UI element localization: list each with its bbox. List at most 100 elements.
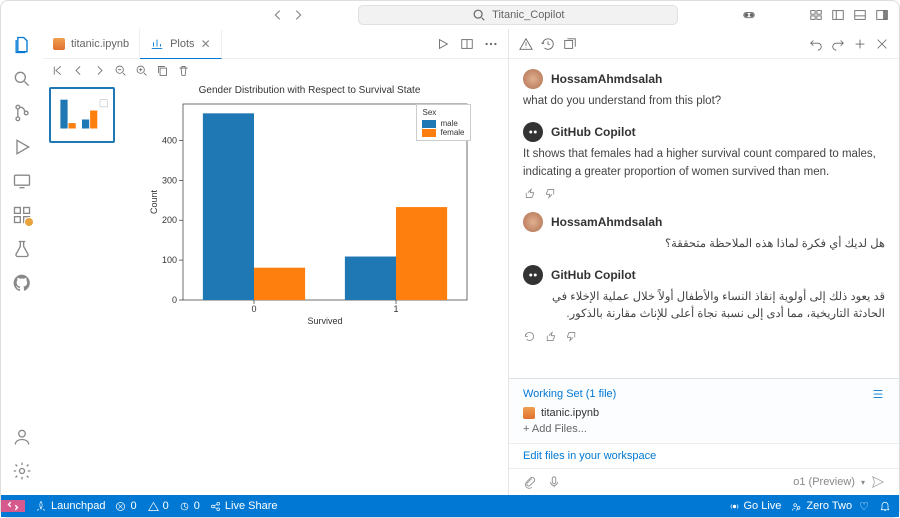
svg-text:0: 0 — [251, 304, 256, 314]
errors-indicator[interactable]: 0 0 — [115, 500, 168, 512]
delete-icon[interactable] — [177, 64, 190, 77]
legend-female: female — [440, 128, 464, 137]
svg-text:300: 300 — [161, 175, 176, 185]
add-files-button[interactable]: + Add Files... — [523, 423, 885, 435]
copilot-panel: HossamAhmdsalah what do you understand f… — [509, 29, 899, 495]
chart-legend: Sex male female — [416, 104, 470, 141]
user-message: هل لديك أي فكرة لماذا هذه الملاحظة متحقق… — [523, 236, 885, 253]
explorer-icon[interactable] — [12, 35, 32, 55]
command-center[interactable]: Titanic_Copilot — [358, 5, 678, 25]
svg-text:Survived: Survived — [307, 316, 342, 326]
split-editor-icon[interactable] — [460, 37, 474, 51]
bot-message: It shows that females had a higher survi… — [523, 146, 885, 181]
thumbs-up-icon[interactable] — [523, 187, 536, 200]
nav-back-icon[interactable] — [271, 8, 285, 22]
panel-bottom-icon[interactable] — [853, 8, 867, 22]
panel-left-icon[interactable] — [831, 8, 845, 22]
send-icon[interactable] — [871, 475, 885, 489]
extensions-icon[interactable] — [12, 205, 32, 225]
layout-customize-icon[interactable] — [809, 8, 823, 22]
nav-forward-icon[interactable] — [291, 8, 305, 22]
activity-bar — [1, 29, 43, 495]
edit-prompt[interactable]: Edit files in your workspace — [509, 443, 899, 468]
retry-icon[interactable] — [523, 330, 536, 343]
chart-title: Gender Distribution with Respect to Surv… — [121, 85, 498, 96]
next-icon[interactable] — [93, 64, 106, 77]
svg-text:400: 400 — [161, 135, 176, 145]
run-icon[interactable] — [436, 37, 450, 51]
svg-text:200: 200 — [161, 215, 176, 225]
working-file[interactable]: titanic.ipynb — [523, 407, 885, 419]
mic-icon[interactable] — [547, 475, 561, 489]
working-set: Working Set (1 file) titanic.ipynb + Add… — [509, 378, 899, 443]
tab-close-icon[interactable]: ✕ — [201, 37, 211, 51]
editor-group: titanic.ipynb Plots ✕ — [43, 29, 509, 495]
search-icon — [472, 8, 486, 22]
github-icon[interactable] — [12, 273, 32, 293]
tab-plots[interactable]: Plots ✕ — [140, 30, 222, 59]
undo-icon[interactable] — [809, 37, 823, 51]
more-icon[interactable] — [484, 37, 498, 51]
legend-male: male — [440, 119, 457, 128]
bot-avatar — [523, 265, 543, 285]
notifications-icon[interactable] — [879, 500, 891, 512]
attach-icon[interactable] — [523, 475, 537, 489]
plots-toolbar — [43, 59, 508, 81]
prev-icon[interactable] — [72, 64, 85, 77]
account-icon[interactable] — [12, 427, 32, 447]
svg-text:100: 100 — [161, 255, 176, 265]
project-title: Titanic_Copilot — [492, 9, 564, 21]
chevron-down-icon: ▾ — [861, 478, 865, 487]
thumbs-down-icon[interactable] — [544, 187, 557, 200]
user-avatar — [523, 212, 543, 232]
zoom-in-icon[interactable] — [135, 64, 148, 77]
settings-gear-icon[interactable] — [12, 461, 32, 481]
new-window-icon[interactable] — [563, 37, 577, 51]
jupyter-file-icon — [53, 38, 65, 50]
tab-notebook[interactable]: titanic.ipynb — [43, 29, 140, 58]
list-icon[interactable] — [871, 387, 885, 401]
bot-name: GitHub Copilot — [551, 268, 636, 282]
editor-tabs: titanic.ipynb Plots ✕ — [43, 29, 508, 59]
source-control-icon[interactable] — [12, 103, 32, 123]
copy-icon[interactable] — [156, 64, 169, 77]
testing-icon[interactable] — [12, 239, 32, 259]
new-chat-icon[interactable] — [853, 37, 867, 51]
svg-text:0: 0 — [171, 295, 176, 305]
model-selector[interactable]: o1 (Preview) ▾ — [793, 475, 885, 489]
tab-label: titanic.ipynb — [71, 38, 129, 50]
zoom-out-icon[interactable] — [114, 64, 127, 77]
panel-right-icon[interactable] — [875, 8, 889, 22]
bot-name: GitHub Copilot — [551, 125, 636, 139]
search-activity-icon[interactable] — [12, 69, 32, 89]
working-set-label: Working Set (1 file) — [523, 388, 616, 400]
plot-thumbnails — [43, 81, 121, 495]
legend-title: Sex — [422, 108, 464, 117]
plot-thumbnail[interactable] — [49, 87, 115, 143]
tab-label: Plots — [170, 38, 194, 50]
bot-avatar — [523, 122, 543, 142]
user-name: HossamAhmdsalah — [551, 72, 662, 86]
redo-icon[interactable] — [831, 37, 845, 51]
first-icon[interactable] — [51, 64, 64, 77]
history-icon[interactable] — [541, 37, 555, 51]
thumbs-up-icon[interactable] — [544, 330, 557, 343]
user-name: HossamAhmdsalah — [551, 215, 662, 229]
user-message: what do you understand from this plot? — [523, 93, 885, 110]
ports-indicator[interactable]: 0 — [179, 500, 200, 512]
warning-triangle-icon[interactable] — [519, 37, 533, 51]
close-panel-icon[interactable] — [875, 37, 889, 51]
zero-two-button[interactable]: Zero Two ♡ — [791, 500, 869, 513]
bot-message: قد يعود ذلك إلى أولوية إنقاذ النساء والأ… — [523, 289, 885, 324]
live-share-button[interactable]: Live Share — [210, 500, 278, 512]
go-live-button[interactable]: Go Live — [729, 500, 782, 512]
remote-indicator[interactable] — [1, 500, 25, 512]
status-bar: Launchpad 0 0 0 Live Share Go Live Zero … — [1, 495, 899, 517]
remote-explorer-icon[interactable] — [12, 171, 32, 191]
launchpad-button[interactable]: Launchpad — [35, 500, 105, 512]
copilot-titlebar-icon[interactable] — [742, 8, 756, 22]
run-debug-icon[interactable] — [12, 137, 32, 157]
thumbs-down-icon[interactable] — [565, 330, 578, 343]
chart-canvas: Gender Distribution with Respect to Surv… — [121, 81, 508, 495]
svg-text:1: 1 — [393, 304, 398, 314]
